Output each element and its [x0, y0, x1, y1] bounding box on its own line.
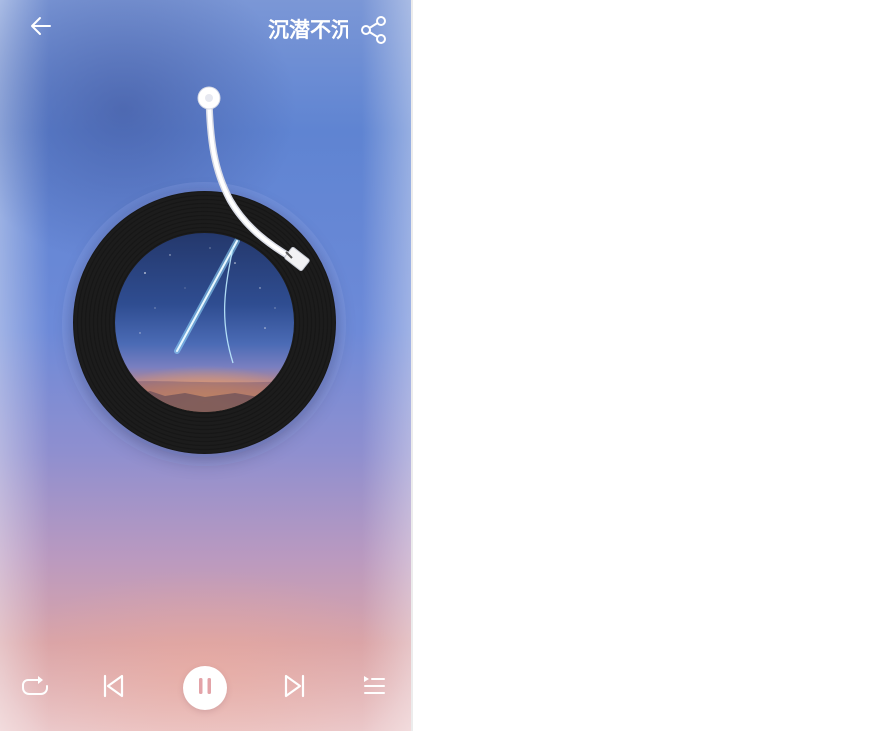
song-title: 沉潜不沉: [268, 18, 348, 42]
playlist-icon: [362, 673, 386, 703]
share-button[interactable]: [356, 14, 392, 50]
song-title-container: 沉潜不沉: [268, 14, 348, 46]
panel-divider: [411, 0, 413, 731]
share-icon: [359, 15, 389, 49]
repeat-button[interactable]: [18, 672, 52, 706]
back-button[interactable]: [24, 12, 58, 44]
tonearm: [180, 80, 330, 290]
previous-button[interactable]: [98, 672, 128, 704]
repeat-icon: [21, 675, 49, 703]
skip-next-icon: [283, 673, 307, 703]
pause-button[interactable]: [183, 666, 227, 710]
skip-previous-icon: [101, 673, 125, 703]
pause-icon: [196, 676, 214, 700]
playlist-button[interactable]: [358, 672, 390, 704]
next-button[interactable]: [280, 672, 310, 704]
player-screen: 沉潜不沉: [0, 0, 411, 731]
arrow-left-icon: [30, 16, 52, 40]
